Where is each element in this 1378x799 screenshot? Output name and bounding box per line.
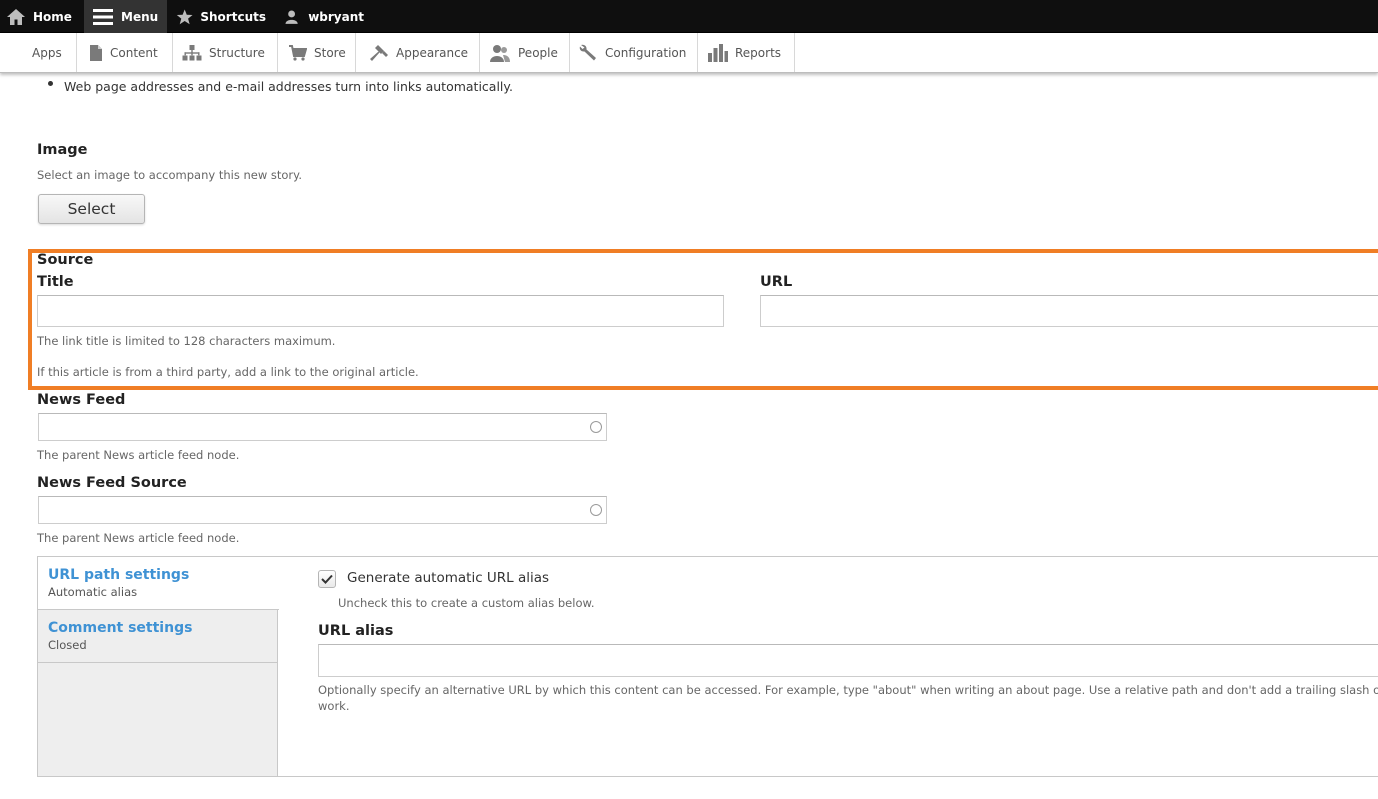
news-feed-input[interactable] bbox=[38, 413, 607, 441]
file-icon bbox=[90, 44, 102, 61]
toolbar-home[interactable]: Home bbox=[0, 0, 78, 33]
autocomplete-throbber-icon bbox=[590, 421, 602, 433]
sitemap-icon bbox=[182, 44, 202, 60]
tray-item-content[interactable]: Content bbox=[77, 33, 173, 72]
hamburger-icon bbox=[93, 8, 113, 25]
checkmark-icon bbox=[321, 574, 333, 584]
image-select-button[interactable]: Select bbox=[38, 194, 145, 224]
source-url-label: URL bbox=[760, 274, 793, 290]
generate-alias-help: Uncheck this to create a custom alias be… bbox=[338, 596, 595, 610]
tab-summary: Automatic alias bbox=[48, 585, 138, 599]
tray-item-label: Apps bbox=[32, 45, 62, 60]
source-title-label: Title bbox=[37, 274, 74, 290]
tray-item-label: Configuration bbox=[605, 45, 687, 60]
format-tip: Web page addresses and e-mail addresses … bbox=[64, 79, 513, 94]
image-field-description: Select an image to accompany this new st… bbox=[37, 168, 302, 182]
tab-title: Comment settings bbox=[48, 620, 193, 636]
url-alias-help-cont: work. bbox=[318, 699, 350, 713]
tray-item-reports[interactable]: Reports bbox=[698, 33, 795, 72]
source-field-description: If this article is from a third party, a… bbox=[37, 365, 419, 379]
admin-menu-tray: Apps Content Structure Store Appearance … bbox=[0, 33, 1378, 73]
tray-item-label: Reports bbox=[735, 45, 782, 60]
source-title-help: The link title is limited to 128 charact… bbox=[37, 334, 336, 348]
star-icon bbox=[176, 9, 193, 24]
list-bullet bbox=[48, 81, 53, 86]
bar-chart-icon bbox=[708, 43, 728, 62]
autocomplete-throbber-icon bbox=[590, 504, 602, 516]
tray-item-label: Store bbox=[314, 45, 346, 60]
toolbar-user[interactable]: wbryant bbox=[284, 0, 364, 33]
generate-alias-label[interactable]: Generate automatic URL alias bbox=[347, 570, 549, 586]
generate-alias-checkbox[interactable] bbox=[318, 570, 336, 588]
news-feed-source-input[interactable] bbox=[38, 496, 607, 524]
cart-icon bbox=[289, 44, 307, 61]
toolbar-shortcuts-label: Shortcuts bbox=[200, 9, 266, 24]
url-alias-input[interactable] bbox=[318, 644, 1378, 677]
tab-title: URL path settings bbox=[48, 567, 190, 583]
toolbar-menu-label: Menu bbox=[121, 9, 159, 24]
vertical-tabs-list: URL path settings Automatic alias Commen… bbox=[38, 557, 279, 776]
tray-item-apps[interactable]: Apps bbox=[0, 33, 77, 72]
news-feed-source-label: News Feed Source bbox=[37, 475, 187, 491]
tray-item-label: Appearance bbox=[396, 45, 469, 60]
tab-summary: Closed bbox=[48, 638, 87, 652]
tray-item-label: Content bbox=[110, 45, 158, 60]
tray-item-store[interactable]: Store bbox=[278, 33, 356, 72]
toolbar-shortcuts[interactable]: Shortcuts bbox=[176, 0, 266, 33]
news-feed-description: The parent News article feed node. bbox=[37, 448, 240, 462]
source-title-input[interactable] bbox=[37, 295, 724, 327]
news-feed-label: News Feed bbox=[37, 392, 126, 408]
tray-item-label: People bbox=[518, 45, 558, 60]
admin-toolbar: Home Menu Shortcuts wbryant bbox=[0, 0, 1378, 33]
source-url-input[interactable] bbox=[760, 295, 1378, 327]
tab-comment-settings[interactable]: Comment settings Closed bbox=[38, 610, 278, 663]
tray-item-label: Structure bbox=[209, 45, 265, 60]
source-field-label: Source bbox=[37, 252, 94, 268]
image-field-label: Image bbox=[37, 142, 88, 158]
tray-item-configuration[interactable]: Configuration bbox=[570, 33, 698, 72]
tray-item-people[interactable]: People bbox=[480, 33, 570, 72]
url-alias-help: Optionally specify an alternative URL by… bbox=[318, 683, 1378, 697]
people-icon bbox=[490, 44, 510, 62]
tray-item-appearance[interactable]: Appearance bbox=[356, 33, 480, 72]
toolbar-home-label: Home bbox=[33, 9, 72, 24]
wrench-icon bbox=[579, 44, 596, 60]
home-icon bbox=[7, 8, 25, 25]
url-alias-label: URL alias bbox=[318, 623, 394, 639]
brush-icon bbox=[370, 44, 388, 61]
tray-item-structure[interactable]: Structure bbox=[173, 33, 278, 72]
user-icon bbox=[285, 10, 298, 24]
toolbar-user-label: wbryant bbox=[308, 9, 364, 24]
toolbar-menu[interactable]: Menu bbox=[84, 0, 167, 33]
tab-url-path-settings[interactable]: URL path settings Automatic alias bbox=[38, 557, 279, 610]
news-feed-source-description: The parent News article feed node. bbox=[37, 531, 240, 545]
